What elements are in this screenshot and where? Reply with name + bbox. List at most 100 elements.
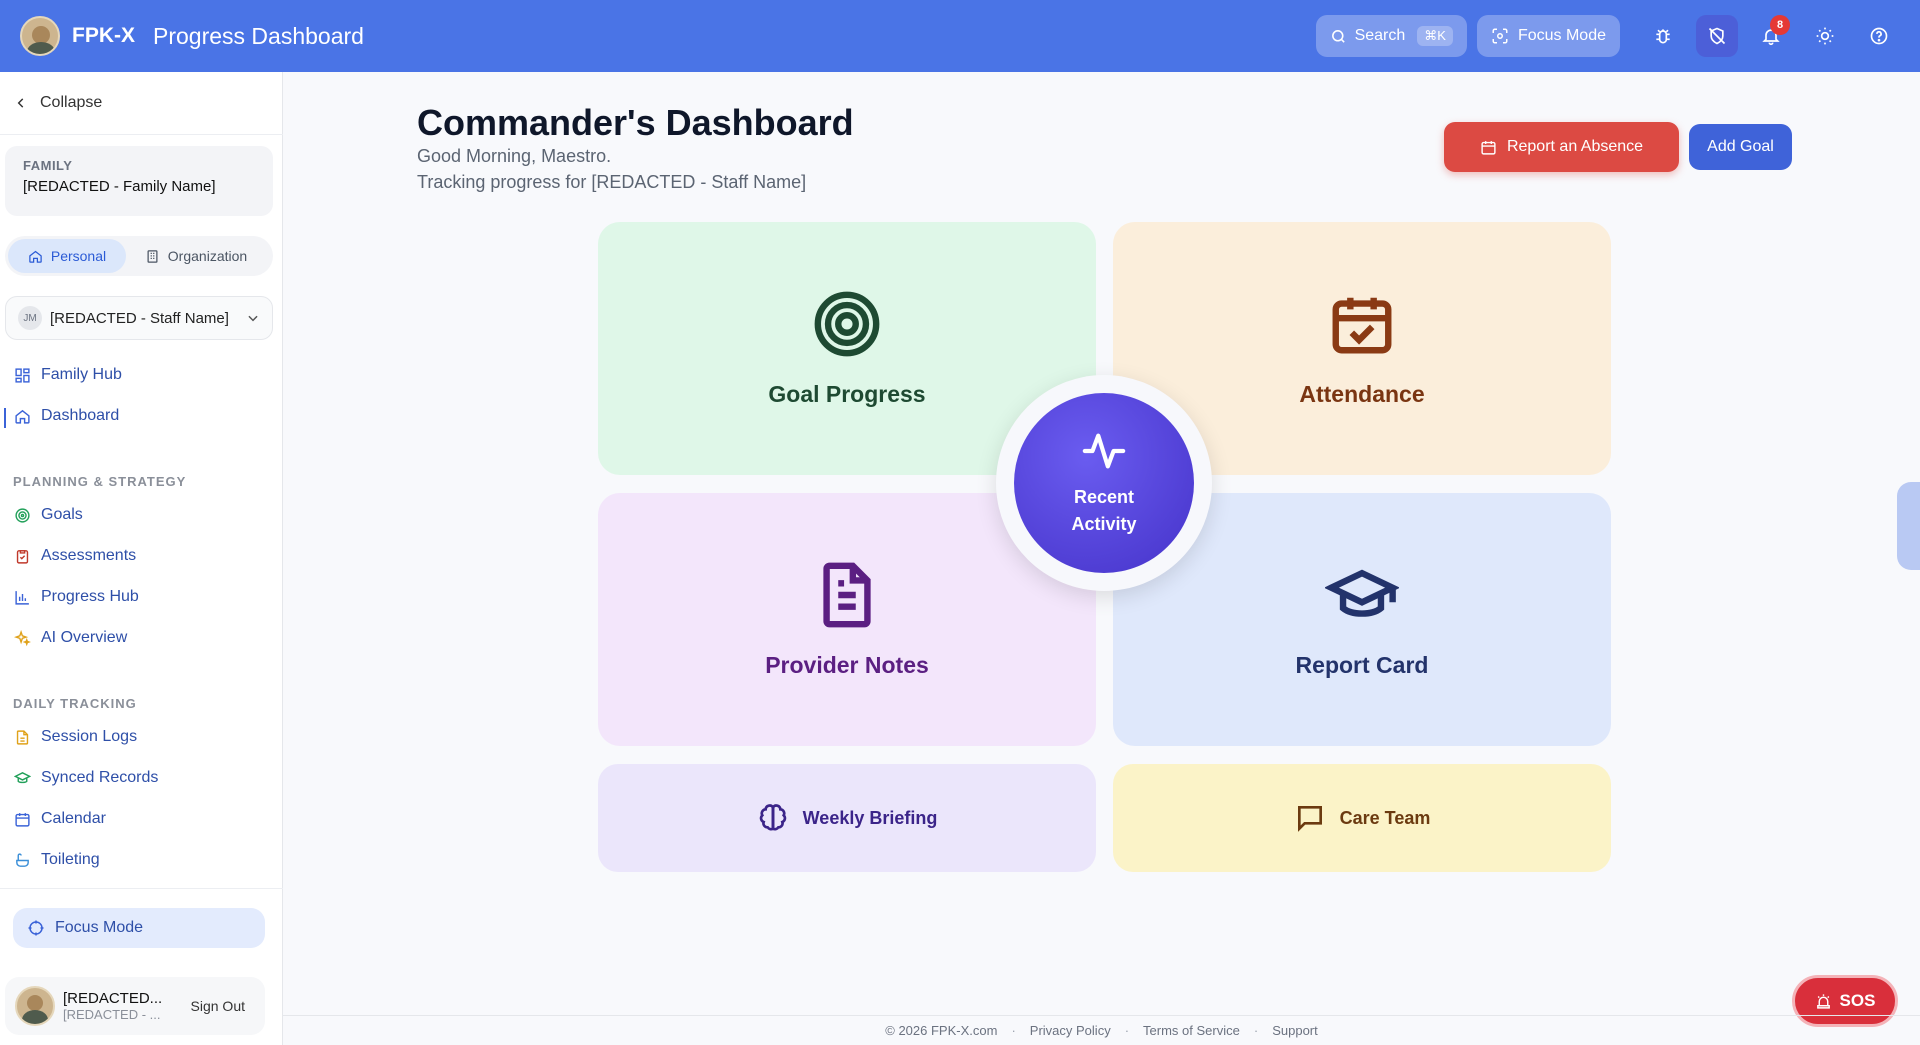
page-title: Commander's Dashboard [417, 102, 854, 143]
notification-count-badge: 8 [1770, 15, 1790, 35]
bug-report-button[interactable] [1642, 15, 1684, 57]
scope-personal-button[interactable]: Personal [8, 239, 126, 273]
terms-of-service-link[interactable]: Terms of Service [1143, 1023, 1240, 1038]
nav-item-label: Calendar [41, 810, 106, 827]
collapse-button[interactable]: Collapse [14, 94, 102, 112]
building-icon [145, 249, 168, 264]
family-card[interactable]: FAMILY [REDACTED - Family Name] [5, 146, 273, 216]
sos-label: SOS [1839, 991, 1876, 1010]
divider [0, 134, 283, 135]
app-logo-avatar[interactable] [20, 16, 60, 56]
family-name: [REDACTED - Family Name] [23, 178, 216, 195]
file-text-icon [812, 560, 882, 630]
nav-item-label: Toileting [41, 851, 100, 868]
nav-item-synced-records[interactable]: Synced Records [14, 769, 158, 787]
scope-organization-label: Organization [167, 248, 248, 264]
calendar-icon [14, 811, 41, 828]
home-icon [14, 408, 41, 425]
focus-mode-label: Focus Mode [1517, 27, 1606, 44]
weekly-briefing-tile[interactable]: Weekly Briefing [598, 764, 1096, 872]
target-icon [14, 507, 41, 524]
greeting-text: Good Morning, Maestro. [417, 146, 612, 166]
tile-label: Weekly Briefing [802, 807, 938, 828]
sun-icon [1815, 26, 1835, 46]
bar-chart-icon [14, 589, 41, 606]
nav-item-label: Progress Hub [41, 588, 139, 605]
tile-label: Goal Progress [768, 381, 926, 407]
calendar-x-icon [1480, 139, 1507, 156]
footer-separator: · [1253, 1023, 1259, 1038]
sparkles-icon [14, 629, 41, 647]
siren-icon [1815, 993, 1840, 1010]
notifications-button[interactable]: 8 [1750, 15, 1792, 57]
care-team-tile[interactable]: Care Team [1113, 764, 1611, 872]
user-name: [REDACTED... [63, 990, 163, 1007]
search-shortcut: ⌘K [1417, 26, 1453, 46]
nav-item-calendar[interactable]: Calendar [14, 810, 106, 828]
shield-toggle-button[interactable] [1696, 15, 1738, 57]
staff-name: [REDACTED - Staff Name] [50, 309, 229, 327]
tile-label: Attendance [1299, 381, 1425, 407]
scope-toggle: Personal Organization [5, 236, 273, 276]
staff-selector[interactable]: JM [REDACTED - Staff Name] [5, 296, 273, 340]
bath-icon [14, 852, 41, 869]
collapse-label: Collapse [40, 94, 103, 111]
home-icon [28, 249, 51, 264]
bug-icon [1653, 26, 1673, 46]
recent-activity-button[interactable]: Recent Activity [1014, 393, 1194, 573]
divider [0, 888, 283, 889]
focus-icon [1491, 27, 1509, 45]
user-card: [REDACTED... [REDACTED - ... Sign Out [5, 977, 265, 1035]
nav-item-label: Assessments [41, 547, 137, 564]
brain-icon [757, 802, 803, 834]
nav-item-session-logs[interactable]: Session Logs [14, 728, 137, 746]
focus-mode-button[interactable]: Focus Mode [1476, 15, 1620, 57]
search-icon [1330, 28, 1347, 45]
sidebar-focus-mode-button[interactable]: Focus Mode [13, 908, 265, 948]
nav-item-assessments[interactable]: Assessments [14, 547, 136, 565]
scope-personal-label: Personal [50, 248, 107, 264]
nav-item-ai-overview[interactable]: AI Overview [14, 629, 127, 647]
footer-separator: · [1124, 1023, 1130, 1038]
nav-item-progress-hub[interactable]: Progress Hub [14, 588, 139, 606]
focus-mode-label: Focus Mode [55, 919, 144, 936]
brand-name[interactable]: FPK-X [72, 24, 135, 48]
nav-item-label: Synced Records [41, 769, 159, 786]
scope-organization-button[interactable]: Organization [126, 239, 266, 273]
nav-item-family-hub[interactable]: Family Hub [14, 366, 122, 384]
search-button[interactable]: Search ⌘K [1315, 15, 1467, 57]
sign-out-button[interactable]: Sign Out [191, 998, 245, 1014]
clipboard-icon [14, 548, 41, 565]
app-title: Progress Dashboard [153, 22, 364, 49]
copyright-text: © 2026 FPK-X.com [885, 1023, 998, 1038]
footer: © 2026 FPK-X.com · Privacy Policy · Term… [283, 1015, 1920, 1045]
tile-label: Provider Notes [765, 652, 929, 678]
nav-item-goals[interactable]: Goals [14, 506, 83, 524]
crosshair-icon [27, 919, 55, 937]
theme-toggle-button[interactable] [1804, 15, 1846, 57]
sidebar: Collapse FAMILY [REDACTED - Family Name]… [0, 72, 283, 1045]
report-absence-label: Report an Absence [1506, 138, 1644, 155]
hub-label: Recent Activity [1071, 487, 1137, 534]
support-link[interactable]: Support [1272, 1023, 1318, 1038]
section-heading-daily: DAILY TRACKING [13, 696, 137, 711]
user-avatar[interactable] [15, 986, 55, 1026]
nav-item-toileting[interactable]: Toileting [14, 851, 100, 869]
grid-icon [14, 367, 41, 384]
help-button[interactable] [1858, 15, 1900, 57]
nav-item-dashboard[interactable]: Dashboard [14, 407, 119, 425]
section-heading-planning: PLANNING & STRATEGY [13, 474, 187, 489]
report-absence-button[interactable]: Report an Absence [1444, 122, 1679, 172]
tile-label: Report Card [1295, 652, 1429, 678]
top-bar: FPK-X Progress Dashboard Search ⌘K Focus… [0, 0, 1920, 72]
add-goal-button[interactable]: Add Goal [1689, 124, 1792, 170]
nav-item-label: Family Hub [41, 366, 122, 383]
nav-item-label: Session Logs [41, 728, 138, 745]
active-indicator [4, 408, 6, 428]
graduation-cap-icon [1325, 560, 1399, 630]
family-label: FAMILY [23, 158, 73, 173]
side-drawer-tab[interactable] [1897, 482, 1920, 570]
privacy-policy-link[interactable]: Privacy Policy [1030, 1023, 1111, 1038]
staff-initials-avatar: JM [18, 306, 42, 330]
file-text-icon [14, 729, 41, 746]
